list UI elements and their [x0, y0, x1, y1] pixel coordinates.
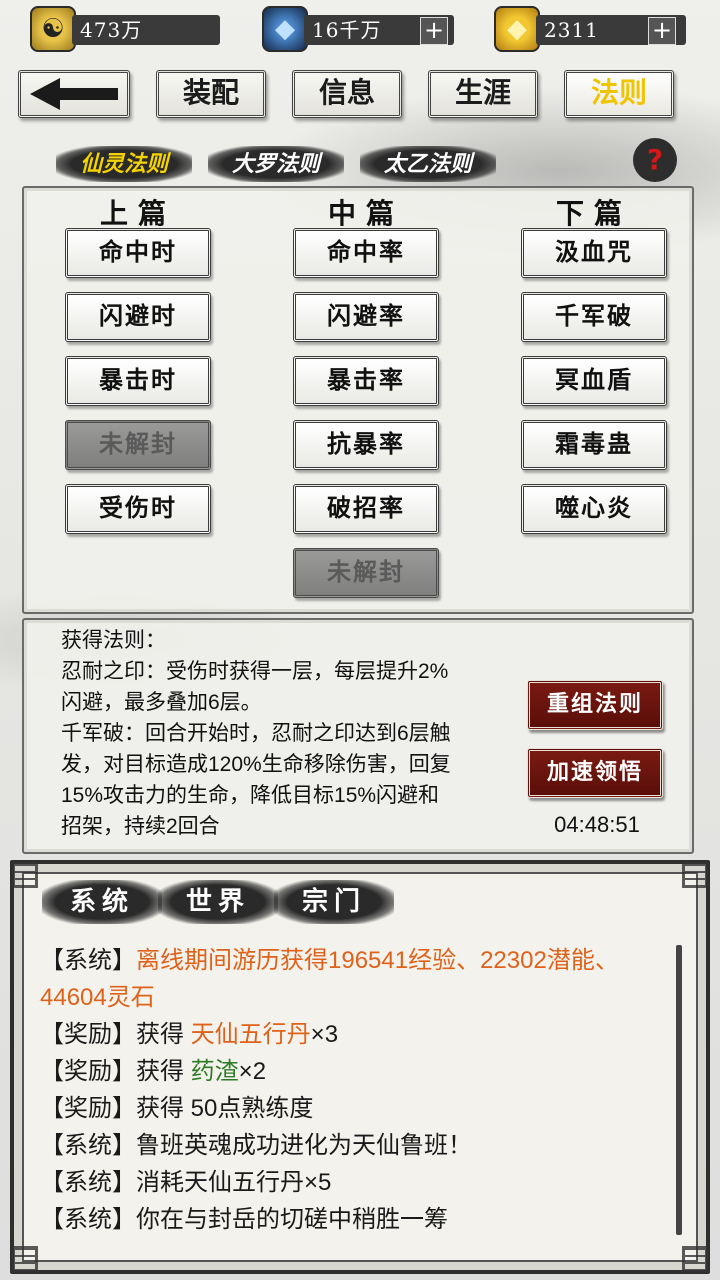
log-item-name: 药渣 [190, 1058, 239, 1085]
log-entry: 【系统】离线期间游历获得196541经验、22302潜能、44604灵石 [40, 942, 650, 1016]
spirit-stone-value: 473万 [72, 15, 220, 45]
info-line: 发，对目标造成120%生命移除伤害，回复 [61, 753, 451, 776]
column-title-upper: 上篇 [99, 197, 176, 230]
tab-world[interactable]: 世界 [158, 880, 278, 924]
tab-laws[interactable]: 法则 [564, 70, 674, 118]
skill-button[interactable]: 抗暴率 [293, 420, 439, 470]
log-text: 你在与封岳的切磋中稍胜一筹 [136, 1206, 448, 1233]
tab-equip[interactable]: 装配 [156, 70, 266, 118]
log-scrollbar[interactable] [676, 945, 682, 1235]
reset-laws-button[interactable]: 重组法则 [527, 680, 663, 730]
log-list: 【系统】离线期间游历获得196541经验、22302潜能、44604灵石 【奖励… [40, 942, 650, 1238]
info-line: 招架，持续2回合 [61, 815, 220, 838]
gold-ingot-icon: ◆ [494, 6, 540, 52]
skill-button[interactable]: 命中率 [293, 228, 439, 278]
skill-button[interactable]: 闪避时 [65, 292, 211, 342]
log-text: 消耗天仙五行丹×5 [136, 1169, 332, 1196]
skill-button[interactable]: 破招率 [293, 484, 439, 534]
tab-system[interactable]: 系统 [42, 880, 162, 924]
log-text: 鲁班英魂成功进化为天仙鲁班！ [136, 1132, 472, 1159]
law-description: 获得法则： 忍耐之印：受伤时获得一层，每层提升2% 闪避，最多叠加6层。 千军破… [61, 625, 511, 842]
tab-info[interactable]: 信息 [292, 70, 402, 118]
log-item-name: 天仙五行丹 [190, 1021, 311, 1048]
log-prefix: 【奖励】获得 [40, 1021, 191, 1048]
skill-button[interactable]: 千军破 [521, 292, 667, 342]
log-entry: 【系统】你在与封岳的切磋中稍胜一筹 [40, 1201, 650, 1238]
log-suffix: ×2 [238, 1058, 267, 1085]
log-entry: 【奖励】获得 50点熟练度 [40, 1090, 650, 1127]
log-entry: 【系统】消耗天仙五行丹×5 [40, 1164, 650, 1201]
back-arrow-icon [30, 78, 118, 110]
log-entry: 【系统】鲁班英魂成功进化为天仙鲁班！ [40, 1127, 650, 1164]
corner-ornament [682, 1246, 708, 1272]
info-line: 获得法则： [61, 629, 166, 652]
log-prefix: 【系统】 [40, 1206, 136, 1233]
speed-up-button[interactable]: 加速领悟 [527, 748, 663, 798]
info-line: 忍耐之印：受伤时获得一层，每层提升2% [61, 660, 449, 683]
countdown-timer: 04:48:51 [554, 812, 640, 837]
log-prefix: 【系统】 [40, 947, 136, 974]
help-button[interactable]: ? [633, 138, 677, 182]
corner-ornament [12, 1246, 38, 1272]
log-suffix: ×3 [310, 1021, 339, 1048]
column-title-lower: 下篇 [555, 197, 632, 230]
skill-button[interactable]: 暴击率 [293, 356, 439, 406]
skill-button[interactable]: 闪避率 [293, 292, 439, 342]
tab-xianling-law[interactable]: 仙灵法则 [56, 146, 192, 182]
tab-taiyi-law[interactable]: 太乙法则 [360, 146, 496, 182]
info-line: 15%攻击力的生命，降低目标15%闪避和 [61, 784, 440, 807]
log-prefix: 【系统】 [40, 1132, 136, 1159]
skill-button[interactable]: 受伤时 [65, 484, 211, 534]
log-prefix: 【奖励】获得 [40, 1095, 191, 1122]
skill-button[interactable]: 霜毒蛊 [521, 420, 667, 470]
log-entry: 【奖励】获得 天仙五行丹×3 [40, 1016, 650, 1053]
tab-daluo-law[interactable]: 大罗法则 [208, 146, 344, 182]
skill-button[interactable]: 汲血咒 [521, 228, 667, 278]
back-button[interactable] [18, 70, 130, 118]
tab-career[interactable]: 生涯 [428, 70, 538, 118]
log-entry: 【奖励】获得 药渣×2 [40, 1053, 650, 1090]
column-title-middle: 中篇 [327, 197, 404, 230]
skill-button[interactable]: 命中时 [65, 228, 211, 278]
skill-button[interactable]: 暴击时 [65, 356, 211, 406]
tab-sect[interactable]: 宗门 [274, 880, 394, 924]
skill-button-locked[interactable]: 未解封 [65, 420, 211, 470]
log-prefix: 【系统】 [40, 1169, 136, 1196]
skill-button[interactable]: 噬心炎 [521, 484, 667, 534]
crystal-plus-button[interactable]: + [420, 17, 448, 45]
corner-ornament [682, 862, 708, 888]
log-prefix: 【奖励】获得 [40, 1058, 191, 1085]
info-line: 闪避，最多叠加6层。 [61, 691, 262, 714]
info-line: 千军破：回合开始时，忍耐之印达到6层触 [61, 722, 451, 745]
corner-ornament [12, 862, 38, 888]
skill-button-locked[interactable]: 未解封 [293, 548, 439, 598]
blue-crystal-icon: ◆ [262, 6, 308, 52]
skill-button[interactable]: 冥血盾 [521, 356, 667, 406]
gold-plus-button[interactable]: + [648, 17, 676, 45]
yin-yang-coin-icon: ☯ [30, 6, 76, 52]
log-text: 50点熟练度 [190, 1095, 314, 1122]
